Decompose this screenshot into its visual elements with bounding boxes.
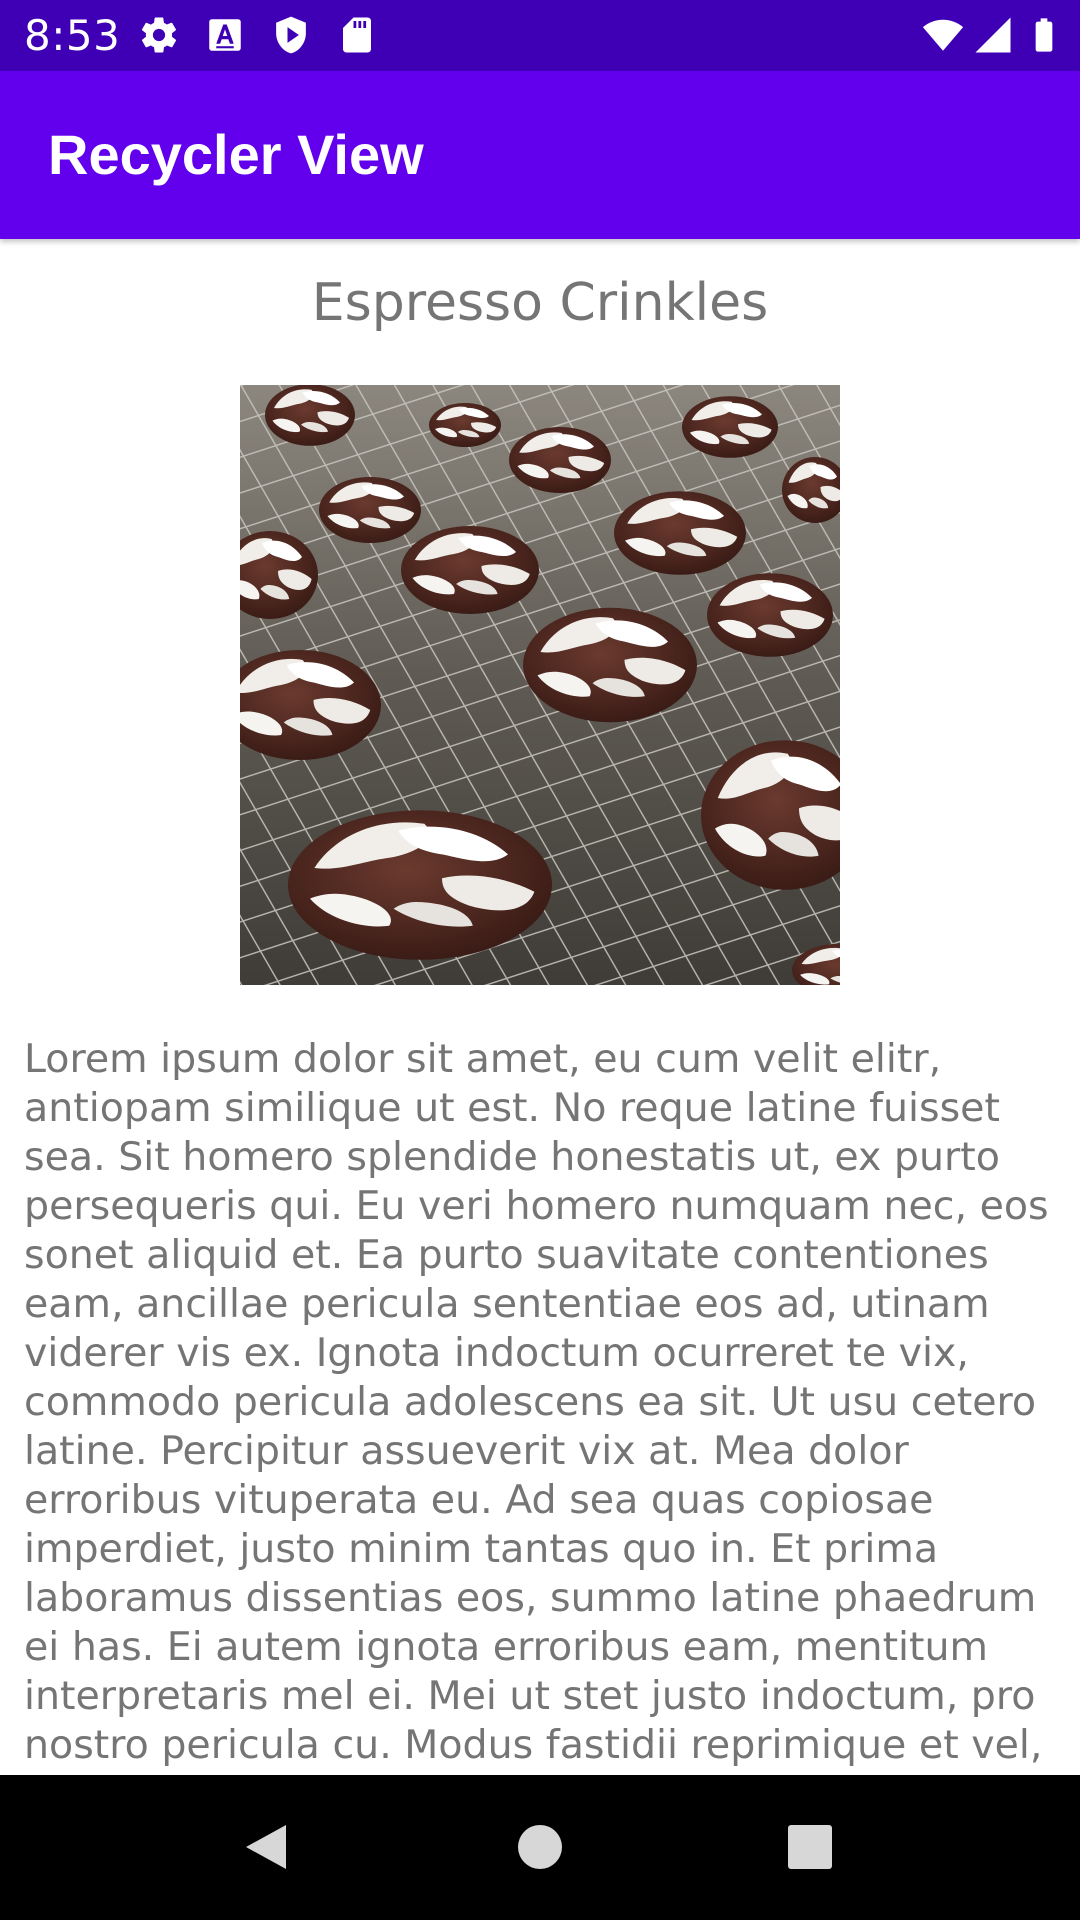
recents-icon[interactable] bbox=[774, 1811, 846, 1883]
item-title: Espresso Crinkles bbox=[311, 273, 769, 333]
crinkle-cookies-photo bbox=[240, 385, 840, 985]
screen: 8:53 Recycler View Espresso Crinkles Lor… bbox=[0, 0, 1080, 1920]
app-title: Recycler View bbox=[48, 123, 424, 186]
status-time: 8:53 bbox=[24, 11, 121, 60]
back-icon[interactable] bbox=[230, 1811, 302, 1883]
text-a-icon bbox=[204, 14, 246, 56]
status-bar: 8:53 bbox=[0, 0, 1080, 71]
cell-signal-icon bbox=[972, 14, 1014, 56]
sd-card-icon bbox=[336, 14, 378, 56]
wifi-icon bbox=[922, 14, 964, 56]
play-protect-icon bbox=[270, 14, 312, 56]
app-bar: Recycler View bbox=[0, 71, 1080, 239]
battery-icon bbox=[1024, 14, 1064, 56]
home-icon[interactable] bbox=[504, 1811, 576, 1883]
navigation-bar bbox=[0, 1775, 1080, 1920]
recycler-list[interactable]: Espresso Crinkles Lorem ipsum dolor sit … bbox=[0, 239, 1080, 1775]
item-description: Lorem ipsum dolor sit amet, eu cum velit… bbox=[24, 1036, 1049, 1775]
settings-gear-icon bbox=[138, 14, 180, 56]
